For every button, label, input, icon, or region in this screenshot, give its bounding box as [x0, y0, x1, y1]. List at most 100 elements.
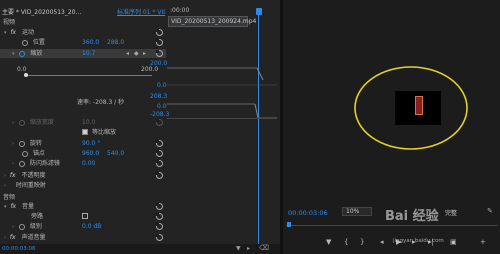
graph-svg [167, 67, 277, 119]
reset-icon[interactable] [156, 140, 163, 147]
playhead-marker-icon[interactable] [256, 8, 262, 15]
anchor-label: 锚点 [32, 150, 45, 157]
export-icon[interactable]: ▸ [247, 245, 250, 252]
scale-row[interactable]: ▾ 缩放 10.7 ◂ ◆ ▸ [0, 49, 166, 58]
wrench-icon[interactable]: ✎ [487, 207, 493, 215]
sequence-tab[interactable]: 标准序列 01 * VID_2… [117, 7, 165, 16]
reset-icon[interactable] [156, 50, 163, 57]
anchor-y[interactable]: 540.0 [107, 149, 124, 158]
watermark-site: jingyan.baidu.com [393, 238, 444, 244]
add-button-icon[interactable]: + [480, 238, 486, 246]
reset-icon [156, 119, 163, 126]
collapse-icon[interactable]: ▾ [4, 30, 7, 36]
next-keyframe-icon[interactable]: ▸ [143, 49, 146, 58]
rotation-value[interactable]: 90.0 ° [82, 139, 100, 148]
mark-in-icon[interactable]: ▼ [326, 238, 331, 246]
step-back-icon[interactable]: { [344, 238, 348, 246]
opacity-label: 不透明度 [21, 172, 46, 179]
stopwatch-icon[interactable] [18, 223, 25, 230]
slider-max: 200.0 [141, 66, 159, 73]
audio-section-header: 音频 [0, 193, 166, 202]
reset-icon[interactable] [156, 39, 163, 46]
add-keyframe-icon[interactable]: ◆ [134, 49, 139, 58]
volume-row[interactable]: ▾ fx 音量 [0, 202, 166, 211]
filter-icon[interactable]: ▼ [236, 245, 241, 252]
frame-back-icon[interactable]: ◂ [380, 238, 384, 246]
video-section-header: 视频 [0, 18, 166, 27]
uniform-scale-row[interactable]: 等比缩放 [0, 128, 166, 137]
collapse-icon[interactable]: ▾ [12, 51, 15, 57]
expand-icon[interactable]: › [4, 183, 6, 189]
stopwatch-icon[interactable] [22, 150, 28, 157]
stopwatch-icon [18, 119, 25, 126]
go-to-in-icon[interactable]: } [360, 238, 364, 246]
stopwatch-icon[interactable] [19, 50, 26, 57]
clip-name: VID_20200513_200924.mp4 [171, 18, 257, 25]
stopwatch-icon[interactable] [22, 39, 28, 46]
level-row[interactable]: › 级别 0.0 dB [0, 222, 166, 231]
antiflicker-value[interactable]: 0.00 [82, 159, 95, 168]
position-y[interactable]: 288.0 [107, 38, 124, 47]
collapse-icon[interactable]: › [12, 141, 14, 147]
trash-icon[interactable]: ⌫ [259, 244, 269, 252]
keyframe-graph[interactable] [167, 62, 277, 126]
reset-icon[interactable] [156, 234, 163, 241]
graph-line-drop [256, 67, 264, 81]
collapse-icon[interactable]: ▾ [4, 204, 7, 210]
program-playhead-icon[interactable] [287, 222, 291, 227]
speed-label: 速率: -208.3 / 秒 [77, 99, 125, 106]
scale-value[interactable]: 10.7 [82, 49, 95, 58]
scale-label: 缩放 [30, 50, 43, 57]
reset-icon[interactable] [156, 203, 163, 210]
rotation-row[interactable]: › 旋转 90.0 ° [0, 139, 166, 148]
fx-icon: fx [10, 29, 17, 36]
collapse-icon[interactable]: › [12, 224, 14, 230]
reset-icon[interactable] [156, 172, 163, 179]
scale-slider-track[interactable] [25, 75, 152, 76]
position-row[interactable]: 位置 360.0 288.0 [0, 38, 166, 47]
video-section-label: 视频 [3, 19, 16, 26]
fx-icon: fx [9, 234, 16, 241]
graph-velocity-drop [254, 103, 259, 119]
reset-icon[interactable] [156, 150, 163, 157]
graph-val-zero1: 0.0 [157, 82, 167, 89]
ruler-time: :00:00 [170, 7, 190, 14]
program-timecode[interactable]: 00:00:03:06 [288, 209, 328, 217]
motion-row[interactable]: ▾ fx 运动 [0, 28, 166, 37]
anchor-row[interactable]: 锚点 960.0 540.0 [0, 149, 166, 158]
collapse-icon: › [12, 120, 14, 126]
anchor-x[interactable]: 960.0 [82, 149, 99, 158]
time-remap-row[interactable]: › 时间重映射 [0, 181, 166, 190]
stopwatch-icon[interactable] [18, 160, 25, 167]
collapse-icon[interactable]: › [12, 161, 14, 167]
export-frame-icon[interactable]: ▣ [450, 238, 457, 246]
audio-section-label: 音频 [3, 194, 16, 201]
stopwatch-icon[interactable] [18, 140, 25, 147]
reset-icon[interactable] [156, 29, 163, 36]
bypass-row[interactable]: 旁路 [0, 212, 166, 221]
source-tab[interactable]: 主要 * VID_20200513_20… [2, 7, 112, 16]
opacity-row[interactable]: › fx 不透明度 [0, 171, 166, 180]
bypass-checkbox[interactable] [82, 213, 88, 219]
prev-keyframe-icon[interactable]: ◂ [126, 49, 129, 58]
expand-icon[interactable]: › [4, 235, 6, 241]
expand-icon[interactable]: › [4, 173, 6, 179]
fx-icon: fx [9, 172, 16, 179]
uniform-scale-checkbox[interactable] [82, 129, 88, 135]
position-x[interactable]: 360.0 [82, 38, 99, 47]
scale-slider-handle[interactable] [24, 73, 28, 77]
reset-icon[interactable] [156, 213, 163, 220]
uniform-scale-width-row: › 缩放宽度 10.0 [0, 118, 166, 127]
zoom-select[interactable]: 10% [342, 207, 372, 216]
antiflicker-row[interactable]: › 防闪烁滤镜 0.00 [0, 159, 166, 168]
reset-icon[interactable] [156, 223, 163, 230]
reset-icon[interactable] [156, 160, 163, 167]
status-timecode: 00:00:03:06 [2, 246, 36, 252]
timeline-clip[interactable]: VID_20200513_200924.mp4 [168, 16, 256, 27]
graph-val-zero2: 0.0 [157, 103, 167, 110]
zoom-value: 10% [346, 208, 360, 215]
channel-volume-row[interactable]: › fx 声道音量 [0, 233, 166, 242]
graph-val-neg: -208.3 [150, 111, 170, 118]
graph-divider [167, 118, 277, 119]
level-value[interactable]: 0.0 dB [82, 222, 101, 231]
